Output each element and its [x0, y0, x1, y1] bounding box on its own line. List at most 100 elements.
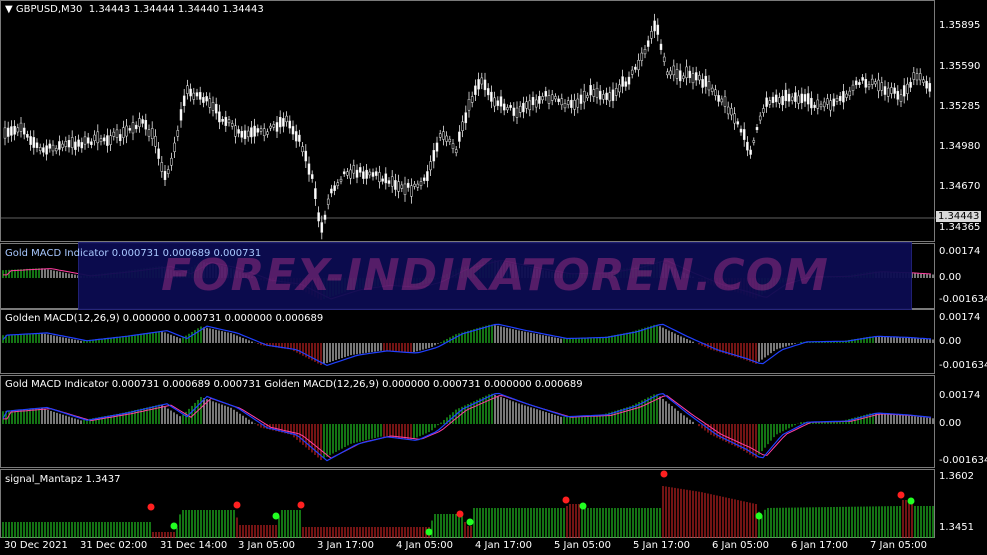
scale-tick: 1.3602 [939, 471, 974, 482]
candle-body [522, 102, 525, 113]
candle-body [387, 180, 391, 184]
candle-body [842, 91, 845, 103]
candle-body [592, 89, 596, 97]
candle-body [838, 95, 842, 101]
candle-body [758, 115, 762, 121]
candle-body [54, 148, 58, 152]
candle-body [797, 95, 800, 104]
candle-body [106, 135, 109, 146]
candle-body [61, 143, 64, 148]
candle-body [109, 135, 112, 145]
scale-tick: 0.00174 [939, 312, 981, 323]
candle-body [557, 98, 560, 102]
dropdown-triangle-icon[interactable]: ▼ [5, 4, 16, 15]
candle-body [221, 118, 224, 122]
candle-body [381, 178, 384, 182]
combined-macd-pane[interactable]: Gold MACD Indicator 0.000731 0.000689 0.… [0, 375, 935, 468]
candle-body [614, 88, 618, 96]
candle-body [822, 101, 826, 108]
candle-body [166, 169, 170, 174]
candle-body [678, 70, 682, 82]
candle-body [304, 150, 308, 162]
candle-body [554, 96, 557, 100]
candle-body [707, 81, 711, 91]
candle-body [93, 134, 96, 141]
candle-body [906, 83, 909, 94]
candle-body [394, 180, 397, 190]
candle-body [458, 131, 461, 142]
golden-macd-pane[interactable]: Golden MACD(12,26,9) 0.000000 0.000731 0… [0, 309, 935, 374]
candle-body [186, 85, 189, 94]
candle-body [851, 84, 855, 91]
candle-body [896, 90, 900, 100]
candle-body [611, 89, 615, 101]
candle-body [656, 24, 660, 35]
candle-body [246, 130, 250, 138]
price-chart-pane[interactable]: ▼ GBPUSD,M30 1.34443 1.34444 1.34440 1.3… [0, 0, 936, 242]
candle-body [211, 102, 215, 111]
candle-body [122, 127, 125, 138]
candle-body [205, 96, 208, 102]
candle-body [566, 100, 570, 105]
candle-body [128, 128, 132, 131]
candle-body [669, 70, 672, 76]
candle-body [726, 106, 730, 115]
candle-body [125, 125, 128, 137]
candle-body [659, 43, 663, 50]
candle-body [77, 139, 80, 147]
chart-title: ▼ GBPUSD,M30 1.34443 1.34444 1.34440 1.3… [5, 4, 264, 15]
candle-body [778, 97, 781, 104]
candle-body [547, 95, 551, 104]
candle-body [195, 92, 199, 97]
candle-body [118, 134, 122, 142]
ohlc-readout: 1.34443 1.34444 1.34440 1.34443 [88, 4, 264, 15]
symbol-label: GBPUSD,M30 [15, 4, 83, 15]
pane-title: Gold MACD Indicator 0.000731 0.000689 0.… [5, 248, 262, 259]
candle-body [326, 198, 330, 205]
candle-body [371, 172, 375, 177]
price-tick: 1.35590 [939, 61, 981, 72]
candle-body [694, 72, 698, 81]
candle-body [310, 174, 314, 179]
candle-body [80, 142, 84, 149]
candle-body [333, 185, 336, 191]
time-tick: 4 Jan 17:00 [475, 540, 532, 551]
candle-body [573, 100, 576, 110]
candle-body [630, 69, 634, 75]
candle-body [928, 83, 932, 92]
candle-body [64, 141, 68, 147]
candle-body [413, 183, 416, 187]
price-scale[interactable]: 1.35895 1.35590 1.35285 1.34980 1.34670 … [935, 0, 987, 242]
candle-body [765, 97, 768, 107]
candle-body [294, 131, 298, 142]
candle-body [16, 127, 20, 133]
candle-body [643, 49, 647, 55]
candle-body [438, 133, 442, 138]
candle-body [314, 188, 317, 199]
candle-body [518, 105, 522, 113]
candle-body [435, 142, 439, 152]
candle-body [131, 122, 135, 134]
candle-body [637, 59, 640, 71]
buy-signal-dot [170, 522, 178, 530]
scale-tick: 0.00 [939, 272, 962, 283]
candle-body [739, 128, 743, 133]
candle-body [736, 121, 740, 125]
candle-body [646, 40, 650, 47]
candle-body [339, 178, 343, 182]
signal-pane[interactable]: signal_Mantapz 1.3437 [0, 469, 935, 538]
candle-body [35, 142, 39, 148]
time-tick: 7 Jan 05:00 [870, 540, 927, 551]
candle-body [922, 79, 925, 83]
candle-body [560, 98, 564, 106]
candle-body [794, 92, 797, 102]
buy-signal-dot [425, 528, 433, 536]
candle-body [810, 97, 813, 109]
candle-body [285, 115, 288, 123]
candle-body [422, 177, 426, 181]
candle-body [90, 141, 93, 145]
candle-body [464, 112, 468, 124]
candle-body [282, 118, 285, 127]
candle-body [298, 134, 301, 142]
candle-body [589, 85, 592, 96]
